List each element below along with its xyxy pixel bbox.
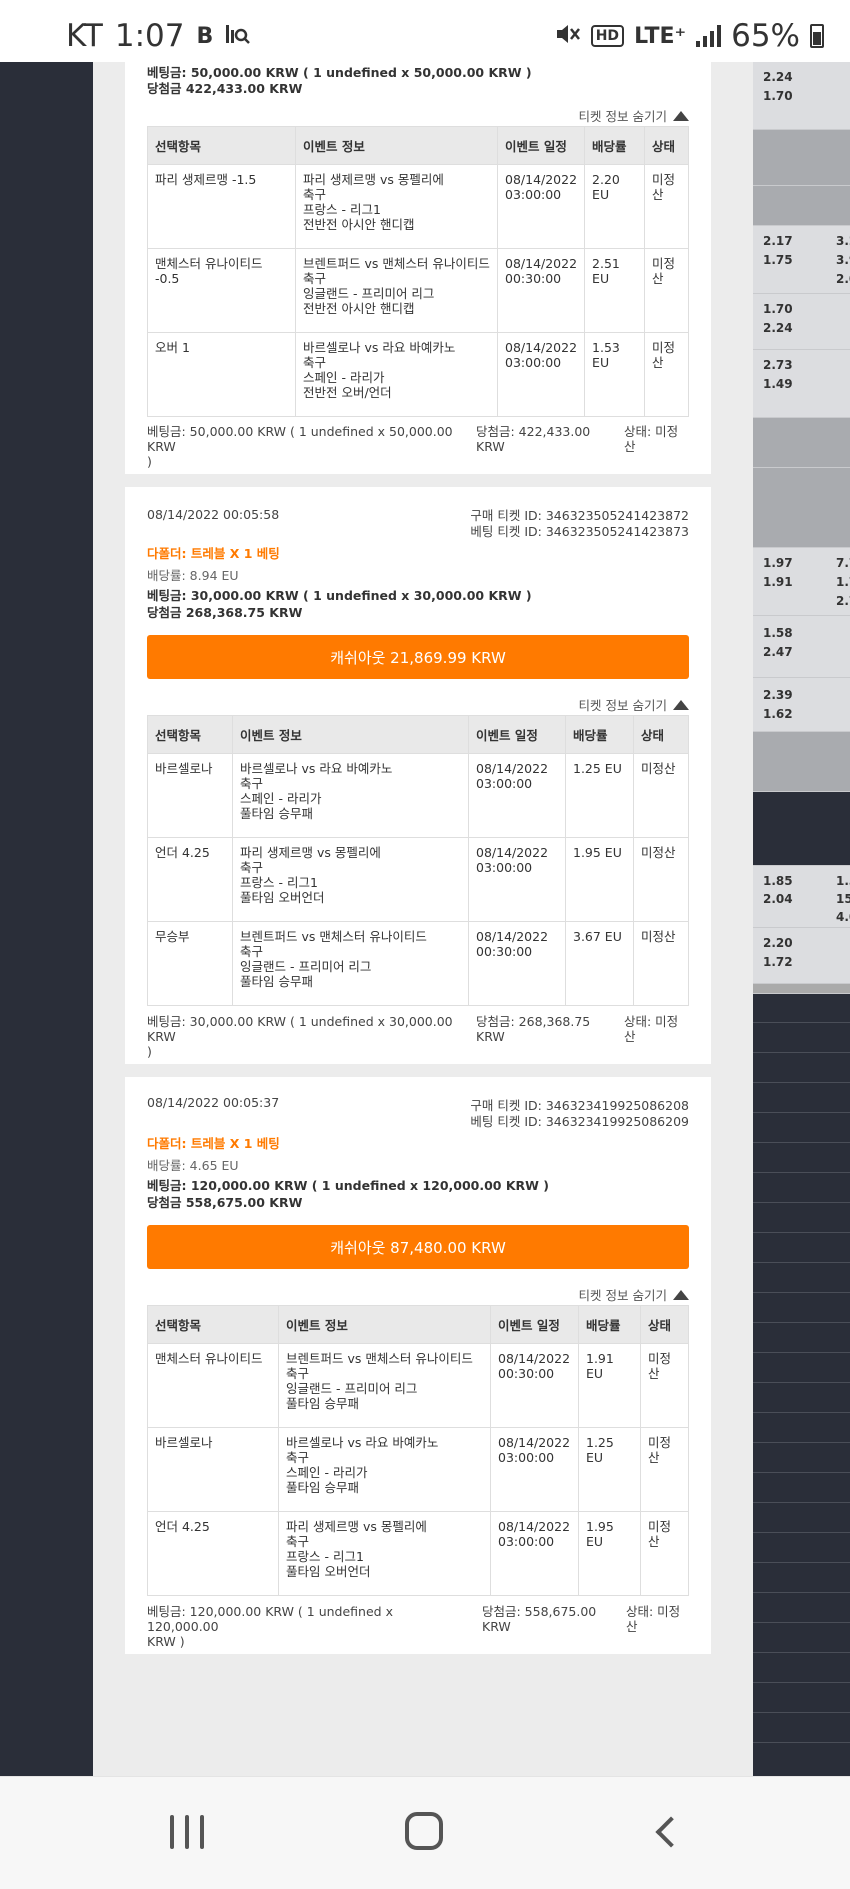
win-amount: 당첨금 268,368.75 KRW [147, 605, 303, 620]
table-row: 맨체스터 유나이티드 브렌트퍼드 vs 맨체스터 유나이티드 축구 잉글랜드 - 프… [147, 1343, 689, 1428]
odds-value: 배당률: 4.65 EU [147, 1158, 239, 1173]
table-row: 바르셀로나 바르셀로나 vs 라요 바예카노 축구 스페인 - 라리가 풀타임 승무패… [147, 1427, 689, 1512]
status-bar: KT 1:07 B HD LTE⁺ 65% [0, 0, 850, 62]
hide-ticket-info-toggle[interactable]: 티켓 정보 숨기기 [579, 695, 689, 714]
odds-cell-empty [753, 984, 850, 994]
triangle-up-icon [673, 699, 689, 710]
mute-icon [555, 18, 581, 54]
table-row: 맨체스터 유나이티드 -0.5 브렌트퍼드 vs 맨체스터 유나이티드 축구 잉글랜… [147, 248, 689, 333]
odds-cell[interactable]: 2.73 1.49 [753, 350, 850, 418]
bet-selection-table: 선택항목 이벤트 정보 이벤트 일정 배당률 상태 맨체스터 유나이티드 브렌트… [147, 1305, 689, 1596]
bet-selection-table: 선택항목 이벤트 정보 이벤트 일정 배당률 상태 바르셀로나 바르셀로나 vs… [147, 715, 689, 1006]
hide-ticket-info-toggle[interactable]: 티켓 정보 숨기기 [579, 1285, 689, 1304]
footer-win: 당첨금: 422,433.00 KRW [476, 424, 591, 454]
table-row: 파리 생제르맹 -1.5 파리 생제르맹 vs 몽펠리에 축구 프랑스 - 리그1 전… [147, 164, 689, 249]
back-icon[interactable] [655, 1816, 687, 1848]
left-sidebar [0, 62, 93, 1776]
footer-win: 당첨금: 558,675.00 KRW [482, 1604, 597, 1634]
table-row: 오버 1 바르셀로나 vs 라요 바예카노 축구 스페인 - 라리가 전반전 오버/언… [147, 332, 689, 417]
odds-cell-empty [753, 186, 850, 226]
battery-percent: 65% [731, 18, 800, 54]
odds-cell-empty [753, 418, 850, 468]
triangle-up-icon [673, 1289, 689, 1300]
footer-stake: 베팅금: 120,000.00 KRW ( 1 undefined x 120,… [147, 1604, 393, 1649]
odds-cell[interactable]: 1.58 2.47 [753, 616, 850, 678]
footer-win: 당첨금: 268,368.75 KRW [476, 1014, 591, 1044]
footer-status: 상태: 미정 산 [624, 424, 679, 454]
bet-ticket-id: 베팅 티켓 ID: 346323505241423873 [470, 524, 689, 539]
table-row: 언더 4.25 파리 생제르맹 vs 몽펠리에 축구 프랑스 - 리그1 풀타임 오버… [147, 1511, 689, 1596]
table-row: 무승부 브렌트퍼드 vs 맨체스터 유나이티드 축구 잉글랜드 - 프리미어 리그 풀… [147, 921, 689, 1006]
system-nav-bar [0, 1776, 850, 1889]
footer-status: 상태: 미정 산 [624, 1014, 679, 1044]
odds-cell[interactable]: 2.39 1.62 [753, 678, 850, 732]
b-app-icon: B [196, 23, 214, 49]
odds-side-panel: 2.24 1.70 2.17 1.75 3.2 3.9 2.0 1.70 2.2… [753, 62, 850, 1776]
win-amount: 당첨금 422,433.00 KRW [147, 81, 303, 96]
bet-selection-table: 선택항목 이벤트 정보 이벤트 일정 배당률 상태 파리 생제르맹 -1.5 파… [147, 126, 689, 417]
battery-icon [810, 24, 824, 48]
lte-icon: LTE⁺ [634, 23, 687, 49]
carrier-label: KT [66, 18, 103, 54]
clock: 1:07 [114, 18, 185, 54]
table-row: 바르셀로나 바르셀로나 vs 라요 바예카노 축구 스페인 - 라리가 풀타임 승무패… [147, 753, 689, 838]
win-amount: 당첨금 558,675.00 KRW [147, 1195, 303, 1210]
odds-cell[interactable]: 2.20 1.72 [753, 928, 850, 984]
signal-icon [696, 25, 722, 47]
bet-ticket-card: 08/14/2022 00:05:58 구매 티켓 ID: 3463235052… [125, 487, 711, 1064]
bet-ticket-card: 08/14/2022 00:05:37 구매 티켓 ID: 3463234199… [125, 1077, 711, 1654]
table-header: 선택항목 이벤트 정보 이벤트 일정 배당률 상태 [147, 715, 689, 754]
bet-ticket-id: 베팅 티켓 ID: 346323419925086209 [470, 1114, 689, 1129]
odds-cell[interactable]: 2.24 1.70 [753, 62, 850, 130]
bet-ticket-card: 베팅금: 50,000.00 KRW ( 1 undefined x 50,00… [125, 62, 711, 474]
table-header: 선택항목 이벤트 정보 이벤트 일정 배당률 상태 [147, 1305, 689, 1344]
odds-cell-empty [753, 468, 850, 548]
footer-stake: 베팅금: 30,000.00 KRW ( 1 undefined x 30,00… [147, 1014, 453, 1059]
cashout-button[interactable]: 캐쉬아웃 21,869.99 KRW [147, 635, 689, 679]
bet-datetime: 08/14/2022 00:05:37 [147, 1095, 280, 1110]
footer-status: 상태: 미정 산 [626, 1604, 681, 1634]
hd-voice-icon: HD [590, 25, 625, 47]
table-header: 선택항목 이벤트 정보 이벤트 일정 배당률 상태 [147, 126, 689, 165]
hide-ticket-info-toggle[interactable]: 티켓 정보 숨기기 [579, 106, 689, 125]
image-search-icon [225, 18, 251, 54]
recent-apps-icon[interactable] [170, 1815, 204, 1849]
table-row: 언더 4.25 파리 생제르맹 vs 몽펠리에 축구 프랑스 - 리그1 풀타임 오버… [147, 837, 689, 922]
footer-stake: 베팅금: 50,000.00 KRW ( 1 undefined x 50,00… [147, 424, 453, 469]
home-icon[interactable] [405, 1812, 443, 1850]
odds-cell-empty [753, 792, 850, 866]
odds-cell[interactable]: 1.85 2.04 1.3 15.0 4.0 [753, 866, 850, 928]
odds-cell-empty [753, 732, 850, 792]
bet-type: 다폴더: 트레블 X 1 베팅 [147, 1136, 280, 1151]
odds-cell[interactable]: 2.17 1.75 3.2 3.9 2.0 [753, 226, 850, 294]
odds-value: 배당률: 8.94 EU [147, 568, 239, 583]
odds-cell[interactable]: 1.97 1.91 7.7 1.7 2.7 [753, 548, 850, 616]
bet-datetime: 08/14/2022 00:05:58 [147, 507, 280, 522]
triangle-up-icon [673, 110, 689, 121]
odds-cell-empty [753, 130, 850, 186]
bet-type: 다폴더: 트레블 X 1 베팅 [147, 546, 280, 561]
cashout-button[interactable]: 캐쉬아웃 87,480.00 KRW [147, 1225, 689, 1269]
odds-cell[interactable]: 1.70 2.24 [753, 294, 850, 350]
